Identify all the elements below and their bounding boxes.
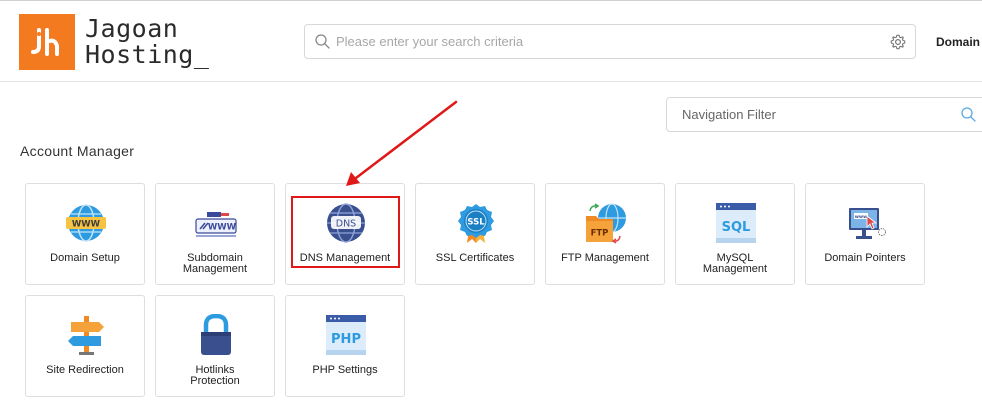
- php-text: PHP: [331, 332, 361, 347]
- brand-logo[interactable]: Jagoan Hosting_: [19, 14, 209, 70]
- logo-line-1: Jagoan: [85, 14, 179, 43]
- dns-globe-icon: DNS: [325, 202, 367, 244]
- tile-site-redirection[interactable]: Site Redirection: [25, 295, 145, 397]
- search-icon[interactable]: [961, 107, 976, 127]
- tile-domain-setup[interactable]: WWW Domain Setup: [25, 183, 145, 285]
- tile-label-line1: Site Redirection: [46, 364, 124, 376]
- ssl-badge-icon: SSL: [455, 202, 497, 244]
- tile-label-line1: PHP Settings: [312, 364, 378, 376]
- global-search: [304, 24, 916, 59]
- tile-label: Site Redirection: [28, 365, 142, 376]
- tile-label: FTP Management: [548, 253, 662, 264]
- tile-label: Subdomain Management: [158, 253, 272, 275]
- navigation-filter: [666, 97, 982, 132]
- tile-label: Hotlinks Protection: [158, 365, 272, 387]
- tile-label: Domain Pointers: [808, 253, 922, 264]
- dns-text: DNS: [336, 219, 356, 230]
- tile-subdomain-management[interactable]: WWW Subdomain Management: [155, 183, 275, 285]
- logo-wordmark: Jagoan Hosting_: [85, 16, 209, 68]
- tile-label-line2: Protection: [190, 375, 240, 387]
- php-window-icon: PHP: [325, 314, 367, 356]
- tile-domain-pointers[interactable]: www Domain Pointers: [805, 183, 925, 285]
- www-text: WWW: [72, 220, 101, 230]
- tile-ftp-management[interactable]: FTP FTP Management: [545, 183, 665, 285]
- sql-text: SQL: [722, 220, 751, 235]
- tile-ssl-certificates[interactable]: SSL SSL Certificates: [415, 183, 535, 285]
- tile-label: PHP Settings: [288, 365, 402, 376]
- tile-label: Domain Setup: [28, 253, 142, 264]
- top-header: Jagoan Hosting_ Domain: [0, 0, 982, 82]
- sql-database-icon: SQL: [715, 202, 757, 244]
- gear-icon[interactable]: [890, 34, 906, 55]
- ssl-text: SSL: [467, 218, 485, 228]
- ftp-folder-icon: FTP: [585, 202, 627, 244]
- logo-line-2: Hosting_: [85, 40, 210, 69]
- svg-text:www: www: [855, 215, 867, 220]
- tile-php-settings[interactable]: PHP PHP Settings: [285, 295, 405, 397]
- tile-label: MySQL Management: [678, 253, 792, 275]
- tile-label-line2: Management: [182, 263, 248, 275]
- tile-label-line1: Domain Setup: [50, 252, 120, 264]
- www-text: WWW: [208, 223, 237, 233]
- tile-label-line1: SSL Certificates: [435, 252, 515, 264]
- header-top-border: [0, 0, 982, 1]
- padlock-icon: [195, 313, 237, 356]
- globe-www-icon: WWW: [65, 202, 107, 244]
- navigation-filter-input[interactable]: [682, 107, 952, 122]
- tile-label-line1: DNS Management: [299, 252, 391, 264]
- tile-dns-management[interactable]: DNS DNS Management: [285, 183, 405, 285]
- search-icon: [315, 34, 330, 54]
- domain-menu-label[interactable]: Domain: [936, 35, 980, 49]
- tile-label-line1: Domain Pointers: [824, 252, 906, 264]
- section-title: Account Manager: [20, 143, 135, 159]
- signpost-icon: [65, 314, 107, 356]
- logo-mark-icon: [19, 14, 75, 70]
- tile-label-line1: FTP Management: [561, 252, 649, 264]
- domain-pointer-monitor-icon: www: [845, 202, 887, 244]
- subdomain-www-icon: WWW: [195, 202, 237, 244]
- tile-hotlinks-protection[interactable]: Hotlinks Protection: [155, 295, 275, 397]
- tile-mysql-management[interactable]: SQL MySQL Management: [675, 183, 795, 285]
- global-search-input[interactable]: [336, 34, 876, 49]
- ftp-text: FTP: [591, 229, 609, 239]
- tile-label: DNS Management: [288, 253, 402, 264]
- tile-label: SSL Certificates: [418, 253, 532, 264]
- account-manager-tiles: WWW Domain Setup WWW Subdomain Managemen…: [25, 183, 925, 403]
- tile-label-line2: Management: [702, 263, 768, 275]
